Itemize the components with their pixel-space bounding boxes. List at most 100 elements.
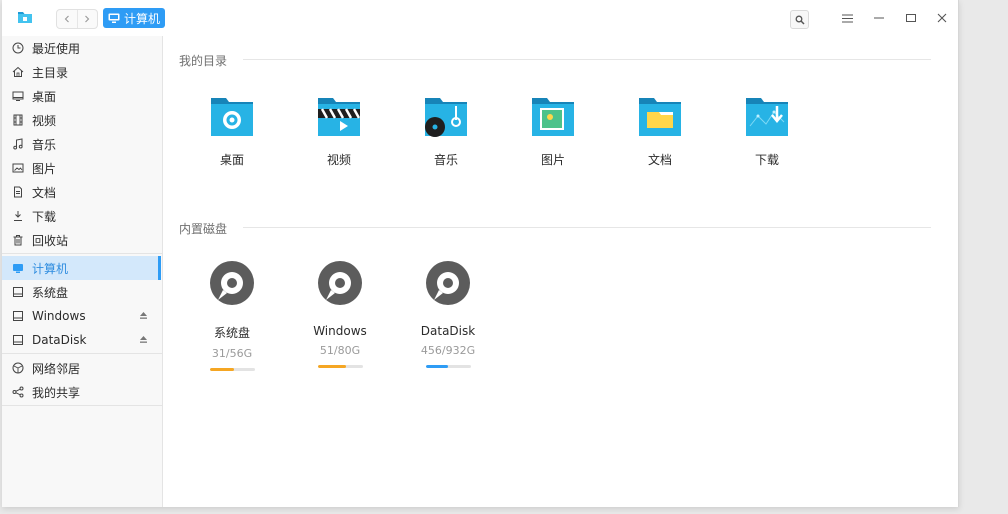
close-button[interactable] [934, 10, 950, 26]
sidebar: 最近使用 主目录 桌面 视频 音乐 图片 文档 下载 回收站 计算机 系统盘 W… [2, 36, 163, 507]
disk-usage-fill [425, 365, 448, 368]
menu-button[interactable] [839, 10, 855, 26]
sidebar-item-documents[interactable]: 文档 [2, 180, 160, 204]
sidebar-item-my-shares[interactable]: 我的共享 [2, 380, 160, 404]
disk-usage-fill [317, 365, 347, 368]
folder-label: 下载 [754, 153, 779, 167]
sidebar-item-trash[interactable]: 回收站 [2, 228, 160, 252]
download-icon [11, 209, 25, 223]
sidebar-item-home[interactable]: 主目录 [2, 60, 160, 84]
sidebar-item-system-disk[interactable]: 系统盘 [2, 280, 160, 304]
sidebar-item-desktop[interactable]: 桌面 [2, 84, 160, 108]
sidebar-item-label: 下载 [32, 209, 57, 224]
disk-usage-bar [317, 365, 363, 368]
eject-icon[interactable] [139, 311, 148, 320]
share-icon [11, 385, 25, 399]
trash-icon [11, 233, 25, 247]
disk-usage-bar [425, 365, 471, 368]
disk-system[interactable]: 系统盘 31/56G [182, 260, 282, 371]
folder-pictures[interactable]: 图片 [508, 96, 598, 168]
computer-icon [108, 13, 120, 23]
chevron-left-icon [64, 15, 69, 23]
drive-icon [11, 285, 25, 299]
folder-music[interactable]: 音乐 [401, 96, 491, 168]
back-button[interactable] [57, 10, 77, 28]
sidebar-item-pictures[interactable]: 图片 [2, 156, 160, 180]
sidebar-item-label: 视频 [32, 113, 57, 128]
section-divider [243, 227, 931, 228]
desktop-folder-icon [211, 98, 253, 136]
breadcrumb-computer[interactable]: 计算机 [103, 8, 166, 28]
downloads-folder-icon [746, 98, 788, 136]
hard-disk-icon [318, 261, 362, 305]
eject-icon[interactable] [139, 335, 148, 344]
sidebar-item-label: 计算机 [32, 261, 69, 276]
disk-label: Windows [313, 324, 367, 338]
sidebar-divider [2, 405, 162, 406]
disk-label: 系统盘 [213, 326, 250, 340]
folder-desktop[interactable]: 桌面 [187, 96, 277, 168]
disk-datadisk[interactable]: DataDisk 456/932G [398, 260, 498, 368]
video-folder-icon [318, 98, 361, 136]
sidebar-item-recent[interactable]: 最近使用 [2, 36, 160, 60]
sidebar-item-label: 我的共享 [32, 385, 81, 400]
sidebar-item-label: DataDisk [32, 333, 87, 347]
sidebar-item-label: Windows [32, 309, 86, 323]
sidebar-item-music[interactable]: 音乐 [2, 132, 160, 156]
navigation-buttons [56, 9, 98, 29]
disk-usage-text: 51/80G [319, 344, 361, 357]
drive-icon [11, 333, 25, 347]
search-button[interactable] [790, 10, 809, 29]
sidebar-item-downloads[interactable]: 下载 [2, 204, 160, 228]
disk-windows[interactable]: Windows 51/80G [290, 260, 390, 368]
breadcrumb-label: 计算机 [124, 11, 161, 26]
file-manager-app-icon [18, 12, 32, 23]
forward-button[interactable] [76, 10, 98, 28]
sidebar-item-label: 最近使用 [32, 41, 81, 56]
disk-usage-text: 456/932G [420, 344, 476, 357]
network-icon [11, 361, 25, 375]
section-divider [243, 59, 931, 60]
sidebar-item-computer[interactable]: 计算机 [2, 256, 161, 280]
maximize-button[interactable] [903, 10, 919, 26]
folder-label: 图片 [540, 153, 565, 167]
close-icon [937, 13, 947, 23]
folder-downloads[interactable]: 下载 [722, 96, 812, 168]
sidebar-item-videos[interactable]: 视频 [2, 108, 160, 132]
file-manager-window: 计算机 最近使用 主目录 桌面 视频 音乐 图片 文档 下载 回收站 计算机 系… [2, 0, 959, 507]
hard-disk-icon [210, 261, 254, 305]
titlebar: 计算机 [2, 0, 958, 36]
chevron-right-icon [85, 15, 90, 23]
folder-label: 音乐 [433, 153, 458, 167]
drive-icon [11, 309, 25, 323]
sidebar-item-label: 回收站 [32, 233, 69, 248]
film-icon [11, 113, 25, 127]
section-title-builtin-disks: 内置磁盘 [179, 222, 228, 236]
disk-label: DataDisk [420, 324, 476, 338]
music-icon [11, 137, 25, 151]
image-icon [11, 161, 25, 175]
sidebar-divider [2, 353, 162, 354]
folder-documents[interactable]: 文档 [615, 96, 705, 168]
section-title-my-directories: 我的目录 [179, 54, 228, 68]
folder-label: 文档 [647, 153, 672, 167]
sidebar-item-label: 主目录 [32, 65, 69, 80]
search-icon [795, 15, 805, 25]
clock-icon [11, 41, 25, 55]
computer-icon [11, 261, 25, 275]
sidebar-item-label: 文档 [32, 185, 57, 200]
minimize-icon [874, 17, 884, 19]
sidebar-item-datadisk[interactable]: DataDisk [2, 328, 160, 352]
sidebar-item-network[interactable]: 网络邻居 [2, 356, 160, 380]
document-icon [11, 185, 25, 199]
sidebar-item-windows[interactable]: Windows [2, 304, 160, 328]
minimize-button[interactable] [871, 10, 887, 26]
folder-videos[interactable]: 视频 [294, 96, 384, 168]
sidebar-item-label: 网络邻居 [32, 361, 81, 376]
home-icon [11, 65, 25, 79]
main-content: 我的目录 桌面 视频 音乐 图片 文档 下载 内置磁盘 系统盘 31/56G W… [163, 36, 958, 507]
sidebar-item-label: 系统盘 [32, 285, 69, 300]
hamburger-menu-icon [841, 14, 853, 22]
music-folder-icon [425, 98, 467, 137]
maximize-icon [906, 14, 916, 22]
